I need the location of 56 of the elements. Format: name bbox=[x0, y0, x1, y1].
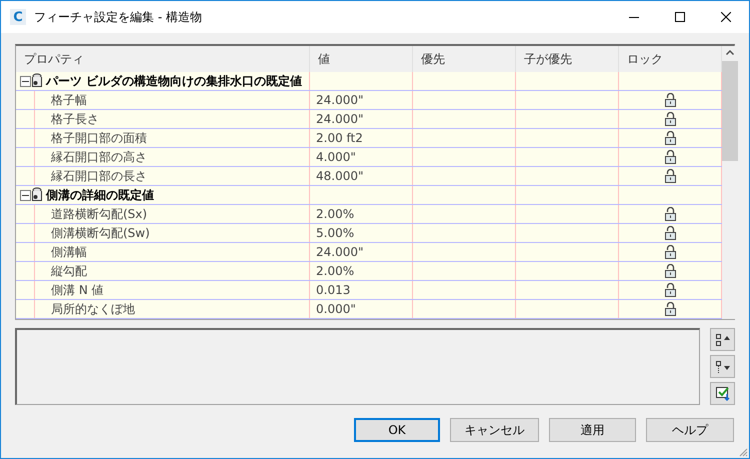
collapse-toggle[interactable] bbox=[20, 190, 31, 200]
property-name: 格子幅 bbox=[50, 92, 87, 109]
window-title: フィーチャ設定を編集 - 構造物 bbox=[34, 9, 202, 26]
property-value[interactable]: 2.00% bbox=[310, 205, 354, 223]
property-value[interactable]: 24.000" bbox=[310, 243, 364, 261]
expand-all-icon bbox=[714, 332, 730, 346]
group-label: パーツ ビルダの構造物向けの集排水口の既定値 bbox=[46, 73, 302, 90]
scroll-up-icon[interactable] bbox=[726, 50, 734, 55]
property-name: 局所的なくぼ地 bbox=[50, 301, 135, 318]
dialog-button[interactable]: 適用 bbox=[549, 418, 636, 442]
property-name: 縁石開口部の高さ bbox=[50, 149, 147, 166]
property-value[interactable]: 2.00 ft2 bbox=[310, 129, 363, 147]
app-logo: C bbox=[10, 9, 26, 25]
collapse-toggle[interactable] bbox=[20, 76, 31, 86]
scrollbar[interactable] bbox=[722, 46, 738, 319]
scrollbar-thumb[interactable] bbox=[722, 61, 738, 161]
open-padlock-icon[interactable] bbox=[664, 207, 676, 221]
property-name: 縦勾配 bbox=[50, 263, 87, 280]
property-value[interactable]: 2.00% bbox=[310, 262, 354, 280]
import-settings-button[interactable] bbox=[710, 382, 735, 405]
open-padlock-icon[interactable] bbox=[664, 112, 676, 126]
property-value[interactable]: 5.00% bbox=[310, 224, 354, 242]
property-name: 側溝 N 値 bbox=[50, 282, 104, 299]
open-padlock-icon[interactable] bbox=[664, 302, 676, 316]
property-value[interactable]: 24.000" bbox=[310, 110, 364, 128]
dialog-button[interactable]: ヘルプ bbox=[646, 418, 734, 442]
collapse-all-icon bbox=[714, 360, 730, 374]
dialog-button[interactable]: キャンセル bbox=[450, 418, 539, 442]
resize-grip-icon[interactable] bbox=[738, 447, 748, 457]
property-name: 縁石開口部の長さ bbox=[50, 168, 147, 185]
property-name: 側溝幅 bbox=[50, 244, 87, 261]
open-padlock-icon[interactable] bbox=[664, 264, 676, 278]
property-value[interactable]: 0.000" bbox=[310, 300, 356, 318]
dialog-button[interactable]: OK bbox=[354, 418, 440, 442]
collapse-all-button[interactable] bbox=[710, 355, 735, 378]
property-name: 側溝横断勾配(Sw) bbox=[50, 225, 150, 242]
open-padlock-icon[interactable] bbox=[664, 169, 676, 183]
property-name: 道路横断勾配(Sx) bbox=[50, 206, 148, 223]
open-padlock-icon[interactable] bbox=[664, 226, 676, 240]
close-icon bbox=[721, 12, 731, 22]
property-value[interactable]: 24.000" bbox=[310, 91, 364, 109]
expand-all-button[interactable] bbox=[710, 328, 735, 351]
group-label: 側溝の詳細の既定値 bbox=[46, 187, 154, 204]
checked-import-icon bbox=[714, 386, 730, 401]
property-name: 格子開口部の面積 bbox=[50, 130, 147, 147]
property-value[interactable]: 0.013 bbox=[310, 281, 350, 299]
property-value[interactable]: 4.000" bbox=[310, 148, 356, 166]
cylinder-icon bbox=[31, 187, 43, 203]
property-name: 格子長さ bbox=[50, 111, 99, 128]
open-padlock-icon[interactable] bbox=[664, 150, 676, 164]
maximize-icon bbox=[675, 12, 685, 22]
open-padlock-icon[interactable] bbox=[664, 93, 676, 107]
open-padlock-icon[interactable] bbox=[664, 245, 676, 259]
open-padlock-icon[interactable] bbox=[664, 283, 676, 297]
property-value[interactable]: 48.000" bbox=[310, 167, 364, 185]
open-padlock-icon[interactable] bbox=[664, 131, 676, 145]
